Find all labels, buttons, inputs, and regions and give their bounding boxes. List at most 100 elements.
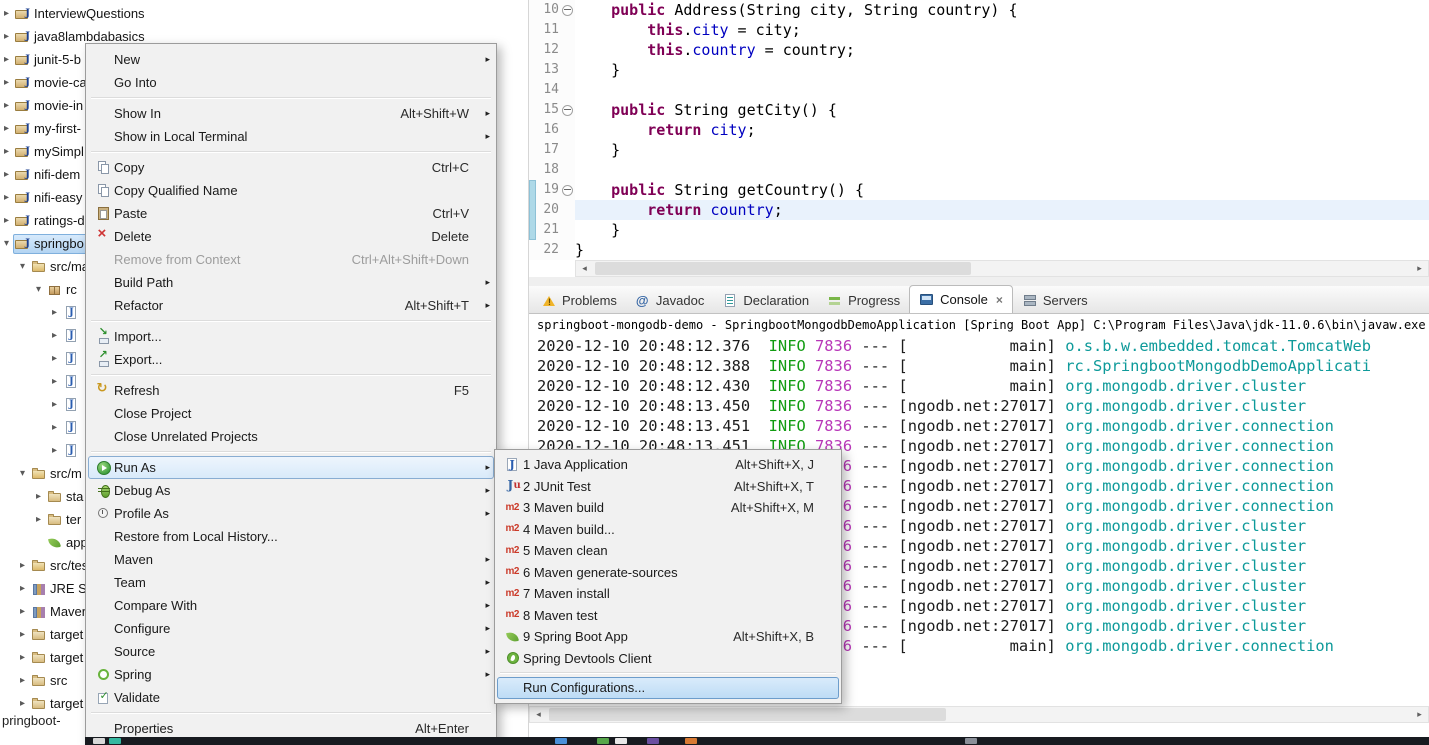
code-line-22[interactable]: 22} bbox=[529, 240, 1429, 260]
tree-expanded-arrow-icon[interactable]: ▾ bbox=[32, 284, 45, 295]
menu-item-refresh[interactable]: Refresh F5 bbox=[88, 379, 494, 402]
menu-item-close-unrelated-projects[interactable]: Close Unrelated Projects bbox=[88, 425, 494, 448]
menu-item-delete[interactable]: Delete Delete bbox=[88, 225, 494, 248]
menu-item-4-maven-build[interactable]: 4 Maven build... bbox=[497, 519, 839, 541]
menu-item-1-java-application[interactable]: 1 Java Application Alt+Shift+X, J bbox=[497, 454, 839, 476]
editor-horizontal-scrollbar[interactable]: ◂ ▸ bbox=[575, 260, 1429, 277]
console-scrollbar-thumb[interactable] bbox=[549, 708, 947, 721]
fold-minus-icon[interactable] bbox=[561, 184, 573, 196]
editor-scrollbar-thumb[interactable] bbox=[595, 262, 972, 275]
tab-console[interactable]: Console × bbox=[909, 285, 1013, 313]
menu-item-team[interactable]: Team ▸ bbox=[88, 571, 494, 594]
tree-collapsed-arrow-icon[interactable]: ▸ bbox=[32, 514, 45, 525]
taskbar-icon[interactable] bbox=[555, 738, 567, 744]
menu-item-9-spring-boot-app[interactable]: 9 Spring Boot App Alt+Shift+X, B bbox=[497, 626, 839, 648]
taskbar-icon[interactable] bbox=[615, 738, 627, 744]
tree-collapsed-arrow-icon[interactable]: ▸ bbox=[0, 100, 13, 111]
tree-collapsed-arrow-icon[interactable]: ▸ bbox=[0, 169, 13, 180]
tree-collapsed-arrow-icon[interactable]: ▸ bbox=[48, 307, 61, 318]
menu-item-2-junit-test[interactable]: 2 JUnit Test Alt+Shift+X, T bbox=[497, 476, 839, 498]
menu-item-6-maven-generate-sources[interactable]: 6 Maven generate-sources bbox=[497, 562, 839, 584]
menu-item-run-as[interactable]: Run As ▸ bbox=[88, 456, 494, 479]
menu-item-compare-with[interactable]: Compare With ▸ bbox=[88, 594, 494, 617]
menu-item-3-maven-build[interactable]: 3 Maven build Alt+Shift+X, M bbox=[497, 497, 839, 519]
tree-collapsed-arrow-icon[interactable]: ▸ bbox=[0, 31, 13, 42]
scroll-left-arrow-icon[interactable]: ◂ bbox=[576, 261, 593, 276]
code-line-20[interactable]: 20 return country; bbox=[529, 200, 1429, 220]
tab-declaration[interactable]: Declaration bbox=[713, 288, 818, 313]
code-line-12[interactable]: 12 this.country = country; bbox=[529, 40, 1429, 60]
menu-item-configure[interactable]: Configure ▸ bbox=[88, 617, 494, 640]
fold-minus-icon[interactable] bbox=[561, 4, 573, 16]
code-editor[interactable]: 10 public Address(String city, String co… bbox=[529, 0, 1429, 260]
tab-servers[interactable]: Servers bbox=[1013, 288, 1097, 313]
tree-collapsed-arrow-icon[interactable]: ▸ bbox=[48, 376, 61, 387]
tree-item-interviewquestions[interactable]: ▸ InterviewQuestions bbox=[0, 2, 528, 25]
tree-collapsed-arrow-icon[interactable]: ▸ bbox=[0, 54, 13, 65]
menu-item-validate[interactable]: Validate bbox=[88, 686, 494, 709]
tree-expanded-arrow-icon[interactable]: ▾ bbox=[16, 468, 29, 479]
tree-expanded-arrow-icon[interactable]: ▾ bbox=[0, 238, 13, 249]
menu-item-maven[interactable]: Maven ▸ bbox=[88, 548, 494, 571]
code-line-17[interactable]: 17 } bbox=[529, 140, 1429, 160]
tab-javadoc[interactable]: Javadoc bbox=[626, 288, 713, 313]
tree-collapsed-arrow-icon[interactable]: ▸ bbox=[16, 652, 29, 663]
console-horizontal-scrollbar[interactable]: ◂ ▸ bbox=[529, 706, 1429, 723]
fold-minus-icon[interactable] bbox=[561, 104, 573, 116]
code-line-21[interactable]: 21 } bbox=[529, 220, 1429, 240]
tree-expanded-arrow-icon[interactable]: ▾ bbox=[16, 261, 29, 272]
menu-item-spring-devtools-client[interactable]: Spring Devtools Client bbox=[497, 648, 839, 670]
code-line-15[interactable]: 15 public String getCity() { bbox=[529, 100, 1429, 120]
tree-collapsed-arrow-icon[interactable]: ▸ bbox=[48, 353, 61, 364]
tree-collapsed-arrow-icon[interactable]: ▸ bbox=[0, 123, 13, 134]
taskbar-icon[interactable] bbox=[965, 738, 977, 744]
tree-collapsed-arrow-icon[interactable]: ▸ bbox=[32, 491, 45, 502]
tab-progress[interactable]: Progress bbox=[818, 288, 909, 313]
taskbar-icon[interactable] bbox=[647, 738, 659, 744]
menu-item-paste[interactable]: Paste Ctrl+V bbox=[88, 202, 494, 225]
editor-scrollbar-track[interactable] bbox=[593, 261, 1411, 276]
code-line-11[interactable]: 11 this.city = city; bbox=[529, 20, 1429, 40]
taskbar-icon[interactable] bbox=[597, 738, 609, 744]
console-scrollbar-track[interactable] bbox=[547, 707, 1411, 722]
menu-item-show-in[interactable]: Show In Alt+Shift+W ▸ bbox=[88, 102, 494, 125]
menu-item-copy[interactable]: Copy Ctrl+C bbox=[88, 156, 494, 179]
tree-collapsed-arrow-icon[interactable]: ▸ bbox=[0, 192, 13, 203]
tree-collapsed-arrow-icon[interactable]: ▸ bbox=[16, 583, 29, 594]
tree-collapsed-arrow-icon[interactable]: ▸ bbox=[0, 215, 13, 226]
tree-collapsed-arrow-icon[interactable]: ▸ bbox=[16, 675, 29, 686]
tree-collapsed-arrow-icon[interactable]: ▸ bbox=[16, 629, 29, 640]
menu-item-close-project[interactable]: Close Project bbox=[88, 402, 494, 425]
menu-item-spring[interactable]: Spring ▸ bbox=[88, 663, 494, 686]
menu-item-8-maven-test[interactable]: 8 Maven test bbox=[497, 605, 839, 627]
scroll-right-arrow-icon[interactable]: ▸ bbox=[1411, 261, 1428, 276]
menu-item-7-maven-install[interactable]: 7 Maven install bbox=[497, 583, 839, 605]
menu-item-new[interactable]: New ▸ bbox=[88, 48, 494, 71]
menu-item-build-path[interactable]: Build Path ▸ bbox=[88, 271, 494, 294]
menu-item-source[interactable]: Source ▸ bbox=[88, 640, 494, 663]
tree-collapsed-arrow-icon[interactable]: ▸ bbox=[0, 146, 13, 157]
taskbar-icon[interactable] bbox=[93, 738, 105, 744]
code-line-18[interactable]: 18 bbox=[529, 160, 1429, 180]
scroll-right-arrow-icon[interactable]: ▸ bbox=[1411, 707, 1428, 722]
taskbar-icon[interactable] bbox=[685, 738, 697, 744]
tree-collapsed-arrow-icon[interactable]: ▸ bbox=[16, 698, 29, 709]
menu-item-import[interactable]: Import... bbox=[88, 325, 494, 348]
tree-collapsed-arrow-icon[interactable]: ▸ bbox=[0, 8, 13, 19]
menu-item-restore-from-local-history[interactable]: Restore from Local History... bbox=[88, 525, 494, 548]
menu-item-debug-as[interactable]: Debug As ▸ bbox=[88, 479, 494, 502]
menu-item-profile-as[interactable]: Profile As ▸ bbox=[88, 502, 494, 525]
code-line-10[interactable]: 10 public Address(String city, String co… bbox=[529, 0, 1429, 20]
menu-item-run-configurations[interactable]: Run Configurations... bbox=[497, 677, 839, 699]
tree-collapsed-arrow-icon[interactable]: ▸ bbox=[48, 445, 61, 456]
tree-collapsed-arrow-icon[interactable]: ▸ bbox=[16, 560, 29, 571]
menu-item-show-in-local-terminal[interactable]: Show in Local Terminal ▸ bbox=[88, 125, 494, 148]
tree-collapsed-arrow-icon[interactable]: ▸ bbox=[48, 330, 61, 341]
tab-problems[interactable]: Problems bbox=[532, 288, 626, 313]
scroll-left-arrow-icon[interactable]: ◂ bbox=[530, 707, 547, 722]
tree-collapsed-arrow-icon[interactable]: ▸ bbox=[48, 422, 61, 433]
menu-item-copy-qualified-name[interactable]: Copy Qualified Name bbox=[88, 179, 494, 202]
tree-collapsed-arrow-icon[interactable]: ▸ bbox=[16, 606, 29, 617]
menu-item-refactor[interactable]: Refactor Alt+Shift+T ▸ bbox=[88, 294, 494, 317]
code-line-13[interactable]: 13 } bbox=[529, 60, 1429, 80]
